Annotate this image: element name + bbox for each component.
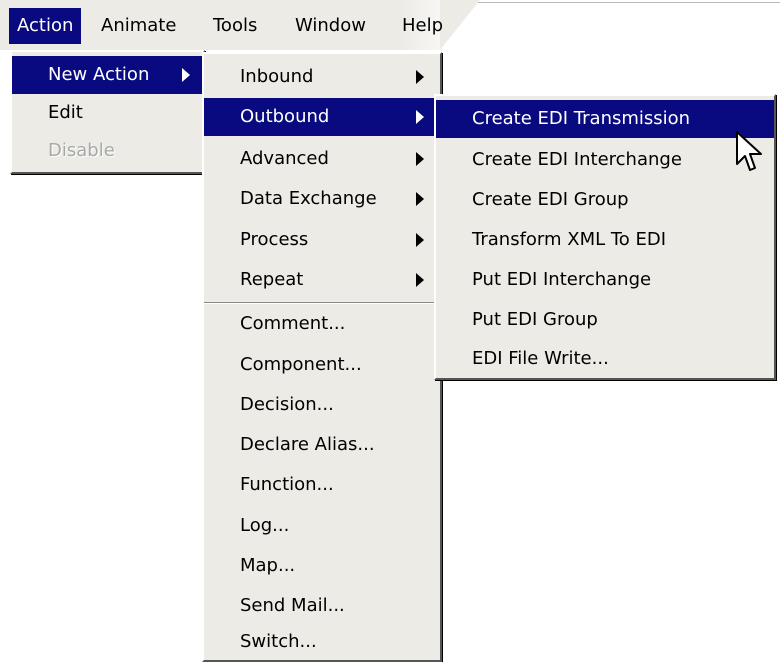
menu-item-label: Decision... xyxy=(240,394,334,415)
menu-item-label: Data Exchange xyxy=(240,188,377,209)
menu-item-transform-xml-to-edi[interactable]: Transform XML To EDI xyxy=(436,221,774,259)
menu-item-declare-alias[interactable]: Declare Alias... xyxy=(204,426,440,464)
menu-item-label: Create EDI Transmission xyxy=(472,108,691,129)
menu-item-label: EDI File Write... xyxy=(472,348,609,369)
menu-item-create-edi-interchange[interactable]: Create EDI Interchange xyxy=(436,141,774,179)
menu-item-label: Function... xyxy=(240,474,334,495)
menu-item-label: Log... xyxy=(240,515,290,536)
menu-item-outbound[interactable]: Outbound xyxy=(204,98,440,136)
menu-item-switch[interactable]: Switch... xyxy=(204,623,440,661)
menu-item-label: Repeat xyxy=(240,269,304,290)
menu-item-decision[interactable]: Decision... xyxy=(204,386,440,424)
menu-tools[interactable]: Tools xyxy=(205,8,265,44)
menu-item-comment[interactable]: Comment... xyxy=(204,305,440,343)
mouse-pointer-icon xyxy=(736,131,762,171)
new-action-submenu: Inbound Outbound Advanced Data Exchange … xyxy=(202,52,442,662)
menu-item-send-mail[interactable]: Send Mail... xyxy=(204,587,440,625)
menu-item-label: Map... xyxy=(240,555,296,576)
menu-item-label: Declare Alias... xyxy=(240,434,375,455)
menu-bar: Action Animate Tools Window Help xyxy=(0,0,780,50)
menu-item-label: Put EDI Interchange xyxy=(472,269,652,290)
menu-item-label: Comment... xyxy=(240,313,346,334)
menu-item-label: Outbound xyxy=(240,106,330,127)
menu-item-inbound[interactable]: Inbound xyxy=(204,58,440,96)
menu-item-process[interactable]: Process xyxy=(204,221,440,259)
menu-item-data-exchange[interactable]: Data Exchange xyxy=(204,180,440,218)
menu-bar-rule xyxy=(478,2,780,3)
menu-separator xyxy=(204,302,440,304)
menu-item-create-edi-group[interactable]: Create EDI Group xyxy=(436,181,774,219)
menu-item-label: Switch... xyxy=(240,631,317,652)
menu-item-label: Edit xyxy=(48,102,83,123)
submenu-arrow-icon xyxy=(416,110,424,124)
submenu-arrow-icon xyxy=(182,68,190,82)
menu-item-edi-file-write[interactable]: EDI File Write... xyxy=(436,340,774,378)
outbound-submenu: Create EDI Transmission Create EDI Inter… xyxy=(434,94,776,380)
menu-item-label: Create EDI Interchange xyxy=(472,149,682,170)
submenu-arrow-icon xyxy=(416,192,424,206)
menu-item-label: Process xyxy=(240,229,309,250)
menu-item-label: Send Mail... xyxy=(240,595,345,616)
menu-item-create-edi-transmission[interactable]: Create EDI Transmission xyxy=(436,100,774,138)
menu-item-label: Inbound xyxy=(240,66,314,87)
menu-item-disable: Disable xyxy=(12,132,203,170)
menu-item-edit[interactable]: Edit xyxy=(12,94,203,132)
menu-item-function[interactable]: Function... xyxy=(204,466,440,504)
action-menu: New Action Edit Disable xyxy=(10,50,205,174)
menu-item-new-action[interactable]: New Action xyxy=(12,56,203,94)
menu-item-label: New Action xyxy=(48,64,150,85)
menu-item-label: Transform XML To EDI xyxy=(472,229,667,250)
menu-item-map[interactable]: Map... xyxy=(204,547,440,585)
submenu-arrow-icon xyxy=(416,152,424,166)
menu-item-label: Disable xyxy=(48,140,115,161)
submenu-arrow-icon xyxy=(416,273,424,287)
menu-item-repeat[interactable]: Repeat xyxy=(204,261,440,299)
menu-item-log[interactable]: Log... xyxy=(204,507,440,545)
menu-item-label: Component... xyxy=(240,354,362,375)
menu-action[interactable]: Action xyxy=(9,8,82,44)
menu-window[interactable]: Window xyxy=(287,8,374,44)
menu-item-label: Create EDI Group xyxy=(472,189,629,210)
menu-item-component[interactable]: Component... xyxy=(204,346,440,384)
submenu-arrow-icon xyxy=(416,233,424,247)
menu-item-label: Advanced xyxy=(240,148,329,169)
menu-item-put-edi-group[interactable]: Put EDI Group xyxy=(436,301,774,339)
menu-item-advanced[interactable]: Advanced xyxy=(204,140,440,178)
menu-item-label: Put EDI Group xyxy=(472,309,598,330)
submenu-arrow-icon xyxy=(416,70,424,84)
menu-animate[interactable]: Animate xyxy=(93,8,184,44)
menu-help[interactable]: Help xyxy=(394,8,451,44)
menu-item-put-edi-interchange[interactable]: Put EDI Interchange xyxy=(436,261,774,299)
